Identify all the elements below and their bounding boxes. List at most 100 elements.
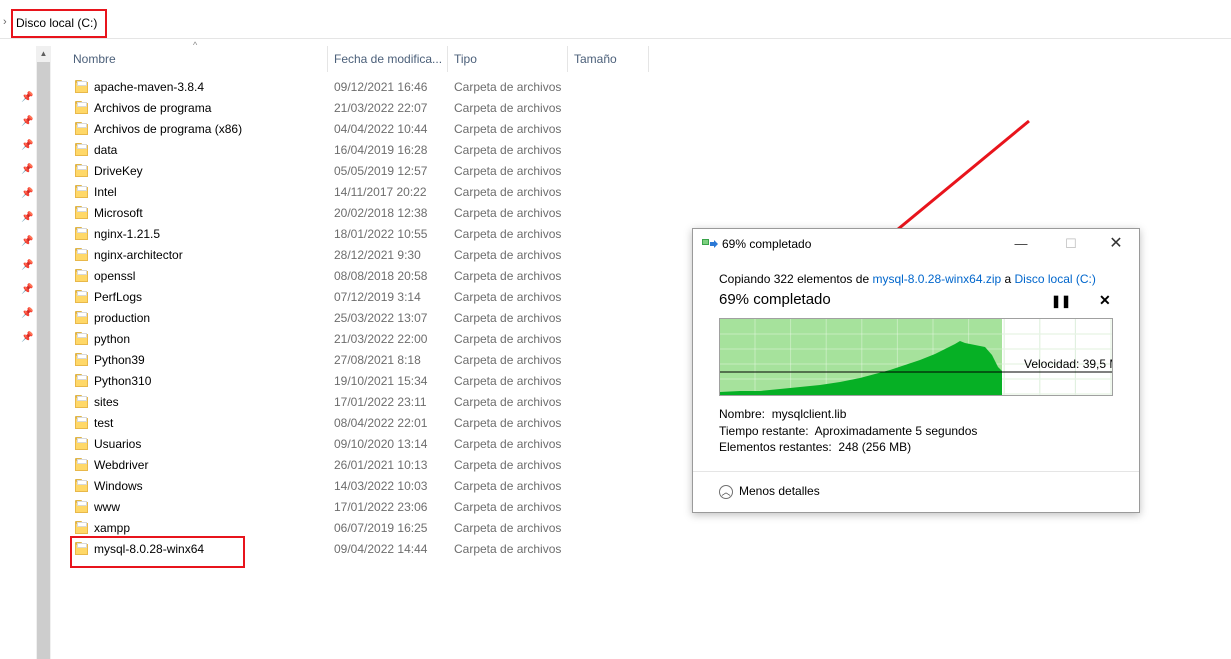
time-value: Aproximadamente 5 segundos — [814, 424, 978, 438]
dialog-title: 69% completado — [722, 237, 812, 251]
less-details-button[interactable]: ︿ Menos detalles — [719, 484, 820, 499]
pin-icon[interactable]: 📌 — [21, 332, 33, 344]
column-name-label: Nombre — [73, 52, 116, 66]
file-row[interactable]: python 21/03/2022 22:00 Carpeta de archivo… — [72, 329, 592, 350]
file-type: Carpeta de archivos — [454, 416, 562, 430]
file-row[interactable]: production 25/03/2022 13:07 Carpeta de arc… — [72, 308, 592, 329]
pin-icon[interactable]: 📌 — [21, 140, 33, 152]
file-name[interactable]: data — [94, 143, 117, 157]
copy-mid: a — [1001, 272, 1015, 286]
column-header-type[interactable]: Tipo — [448, 46, 567, 72]
file-row[interactable]: Usuarios 09/10/2020 13:14 Carpeta de archi… — [72, 434, 592, 455]
address-bar[interactable]: › Disco local (C:) — [0, 8, 1231, 39]
pin-icon[interactable]: 📌 — [21, 212, 33, 224]
column-divider[interactable] — [648, 46, 649, 72]
pin-icon[interactable]: 📌 — [21, 236, 33, 248]
file-name[interactable]: Python310 — [94, 374, 151, 388]
copy-progress-dialog[interactable]: 69% completado — ☐ ✕ Copiando 322 elemen… — [692, 228, 1140, 513]
file-name[interactable]: Windows — [94, 479, 143, 493]
file-type: Carpeta de archivos — [454, 458, 562, 472]
file-row[interactable]: Python39 27/08/2021 8:18 Carpeta de archiv… — [72, 350, 592, 371]
destination-link[interactable]: Disco local (C:) — [1015, 272, 1096, 286]
file-name[interactable]: production — [94, 311, 150, 325]
folder-icon — [75, 395, 91, 408]
transfer-speed-graph: Velocidad: 39,5 MB/s — [719, 318, 1113, 396]
file-name[interactable]: nginx-1.21.5 — [94, 227, 160, 241]
file-name[interactable]: apache-maven-3.8.4 — [94, 80, 204, 94]
folder-icon — [75, 206, 91, 219]
scroll-thumb[interactable] — [37, 62, 50, 659]
file-name[interactable]: PerfLogs — [94, 290, 142, 304]
file-name[interactable]: sites — [94, 395, 119, 409]
file-row[interactable]: DriveKey 05/05/2019 12:57 Carpeta de archi… — [72, 161, 592, 182]
pin-icon[interactable]: 📌 — [21, 284, 33, 296]
file-name[interactable]: Archivos de programa (x86) — [94, 122, 242, 136]
file-row[interactable]: data 16/04/2019 16:28 Carpeta de archivos — [72, 140, 592, 161]
file-date: 08/08/2018 20:58 — [334, 269, 428, 283]
cancel-copy-button[interactable]: ✕ — [1099, 292, 1111, 309]
file-name[interactable]: Usuarios — [94, 437, 141, 451]
file-date: 14/03/2022 10:03 — [334, 479, 428, 493]
file-name[interactable]: Intel — [94, 185, 117, 199]
pin-icon[interactable]: 📌 — [21, 188, 33, 200]
file-type: Carpeta de archivos — [454, 164, 562, 178]
time-label: Tiempo restante: — [719, 424, 809, 438]
file-row[interactable]: PerfLogs 07/12/2019 3:14 Carpeta de archiv… — [72, 287, 592, 308]
pin-icon[interactable]: 📌 — [21, 92, 33, 104]
file-type: Carpeta de archivos — [454, 101, 562, 115]
file-row[interactable]: Windows 14/03/2022 10:03 Carpeta de archiv… — [72, 476, 592, 497]
chevron-right-icon[interactable]: › — [3, 16, 7, 28]
folder-icon — [75, 311, 91, 324]
file-date: 07/12/2019 3:14 — [334, 290, 421, 304]
file-name[interactable]: Python39 — [94, 353, 145, 367]
scroll-up-arrow-icon[interactable]: ▲ — [36, 48, 51, 60]
file-row[interactable]: openssl 08/08/2018 20:58 Carpeta de archiv… — [72, 266, 592, 287]
pin-icon[interactable]: 📌 — [21, 308, 33, 320]
file-name[interactable]: Microsoft — [94, 206, 143, 220]
file-date: 18/01/2022 10:55 — [334, 227, 428, 241]
file-name[interactable]: DriveKey — [94, 164, 143, 178]
source-link[interactable]: mysql-8.0.28-winx64.zip — [872, 272, 1001, 286]
file-name[interactable]: xampp — [94, 521, 130, 535]
file-row[interactable]: www 17/01/2022 23:06 Carpeta de archivos — [72, 497, 592, 518]
file-type: Carpeta de archivos — [454, 437, 562, 451]
column-header-date[interactable]: Fecha de modifica... — [328, 46, 447, 72]
file-name[interactable]: Webdriver — [94, 458, 148, 472]
pause-button[interactable]: ❚❚ — [1051, 294, 1071, 308]
file-row[interactable]: test 08/04/2022 22:01 Carpeta de archivos — [72, 413, 592, 434]
file-name[interactable]: openssl — [94, 269, 135, 283]
file-type: Carpeta de archivos — [454, 395, 562, 409]
progress-heading: 69% completado — [719, 291, 831, 308]
pin-icon[interactable]: 📌 — [21, 164, 33, 176]
column-header-name[interactable]: Nombre — [66, 46, 327, 72]
file-row[interactable]: nginx-architector 28/12/2021 9:30 Carpeta … — [72, 245, 592, 266]
navigation-pane[interactable]: 📌 📌 📌 📌 📌 📌 📌 📌 📌 📌 📌 — [0, 42, 36, 659]
minimize-button[interactable]: — — [998, 231, 1044, 257]
column-type-label: Tipo — [454, 52, 477, 66]
file-name[interactable]: nginx-architector — [94, 248, 183, 262]
file-row[interactable]: Microsoft 20/02/2018 12:38 Carpeta de arch… — [72, 203, 592, 224]
file-row[interactable]: nginx-1.21.5 18/01/2022 10:55 Carpeta de a… — [72, 224, 592, 245]
maximize-button[interactable]: ☐ — [1048, 231, 1094, 257]
vertical-scrollbar[interactable]: ▲ — [36, 46, 51, 659]
file-row[interactable]: Python310 19/10/2021 15:34 Carpeta de arch… — [72, 371, 592, 392]
column-header-size[interactable]: Tamaño — [568, 46, 648, 72]
file-date: 17/01/2022 23:06 — [334, 500, 428, 514]
file-row[interactable]: sites 17/01/2022 23:11 Carpeta de archivos — [72, 392, 592, 413]
column-date-label: Fecha de modifica... — [334, 52, 443, 66]
file-row[interactable]: apache-maven-3.8.4 09/12/2021 16:46 Carpet… — [72, 77, 592, 98]
file-row[interactable]: Archivos de programa (x86) 04/04/2022 10:… — [72, 119, 592, 140]
close-button[interactable]: ✕ — [1093, 231, 1139, 257]
folder-icon — [75, 164, 91, 177]
file-name[interactable]: python — [94, 332, 130, 346]
file-row[interactable]: Intel 14/11/2017 20:22 Carpeta de archivos — [72, 182, 592, 203]
file-row[interactable]: Webdriver 26/01/2021 10:13 Carpeta de arch… — [72, 455, 592, 476]
pin-icon[interactable]: 📌 — [21, 116, 33, 128]
file-row[interactable]: Archivos de programa 21/03/2022 22:07 Carp… — [72, 98, 592, 119]
items-value: 248 (256 MB) — [838, 440, 912, 454]
file-type: Carpeta de archivos — [454, 185, 562, 199]
pin-icon[interactable]: 📌 — [21, 260, 33, 272]
file-name[interactable]: test — [94, 416, 113, 430]
file-name[interactable]: Archivos de programa — [94, 101, 211, 115]
file-name[interactable]: www — [94, 500, 120, 514]
